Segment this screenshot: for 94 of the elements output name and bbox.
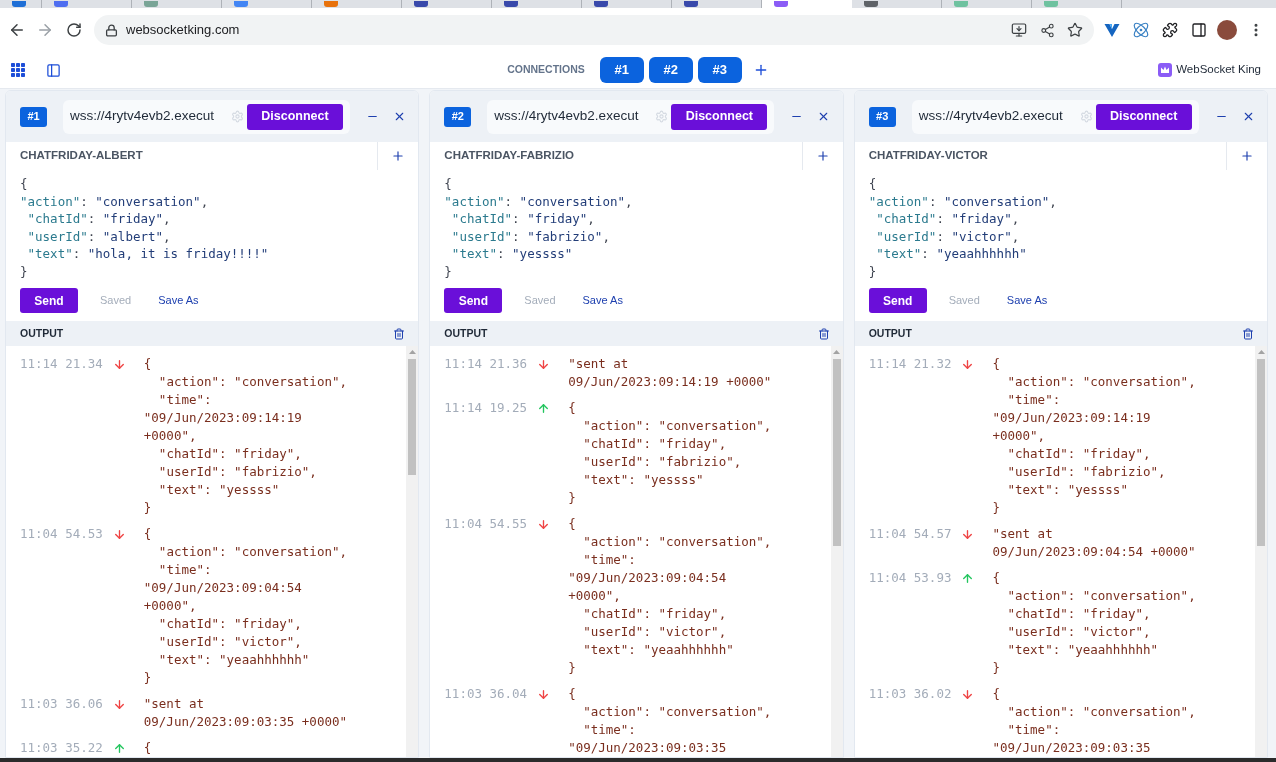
message-timestamp: 11:03 36.06: [20, 695, 103, 713]
connection-badge: #1: [20, 106, 47, 127]
json-editor[interactable]: { "action": "conversation", "chatId": "friday", "userId": "fabrizio", "text": "yessss" }: [444, 175, 829, 280]
arrow-down-icon: [112, 357, 126, 371]
arrow-up-icon: [961, 571, 975, 585]
message-text: { "action": "conversation", "time": "09/Jun/2023:09:14:19 +0000", "chatId": "friday", "userId": "fabrizio", "text": "yessss" }: [143, 355, 348, 517]
output-label: OUTPUT: [868, 325, 912, 341]
url-input[interactable]: wss://4rytv4evb2.execut: [918, 106, 1077, 127]
v-logo-icon[interactable]: [1104, 22, 1120, 38]
connection-button[interactable]: #1: [599, 57, 644, 83]
connection-button[interactable]: #2: [648, 57, 693, 83]
arrow-down-icon: [961, 527, 975, 541]
arrow-down-icon: [537, 517, 551, 531]
message-timestamp: 11:14 21.32: [868, 355, 952, 373]
atom-icon[interactable]: [1132, 21, 1150, 39]
message-text: { "action": "conversation", "time": "09/Jun/2023:09:03:35: [992, 685, 1197, 757]
plus-icon[interactable]: [1240, 149, 1254, 163]
lock-icon[interactable]: [105, 23, 118, 37]
reload-icon[interactable]: [66, 22, 82, 38]
url-input[interactable]: wss://4rytv4evb2.execut: [70, 106, 228, 127]
save-as-link[interactable]: Save As: [1006, 292, 1048, 309]
message-text: { "action": "conversation", "time": "09/Jun/2023:09:04:54 +0000", "chatId": "friday", "userId": "victor", "text": "yeaahhhhhh" }: [568, 515, 773, 677]
disconnect-button[interactable]: Disconnect: [247, 103, 343, 130]
save-as-link[interactable]: Save As: [582, 292, 623, 309]
scrollbar-thumb[interactable]: [832, 359, 841, 546]
disconnect-button[interactable]: Disconnect: [1095, 103, 1192, 130]
puzzle-icon[interactable]: [1162, 22, 1178, 38]
message-timestamp: 11:14 21.36: [444, 355, 528, 373]
message-timestamp: 11:04 54.55: [444, 515, 528, 533]
plus-icon[interactable]: [391, 149, 406, 163]
install-icon[interactable]: [1011, 22, 1027, 38]
send-button[interactable]: Send: [444, 288, 503, 313]
json-editor[interactable]: { "action": "conversation", "chatId": "friday", "userId": "victor", "text": "yeaahhhhhh" }: [868, 175, 1253, 280]
close-icon[interactable]: [393, 110, 406, 123]
star-icon[interactable]: [1067, 22, 1083, 38]
connection-badge: #3: [868, 106, 896, 127]
output-label: OUTPUT: [20, 325, 64, 341]
trash-icon[interactable]: [1242, 327, 1254, 340]
connection-button[interactable]: #3: [697, 57, 742, 83]
url-input[interactable]: wss://4rytv4evb2.execut: [494, 106, 653, 127]
sidebar-icon[interactable]: [1191, 22, 1207, 38]
scrollbar-thumb[interactable]: [408, 359, 417, 475]
message-text: { "action": "conversation", "chatId": "friday", "userId": "victor", "text": "yeaahhhhhh" }: [992, 569, 1197, 677]
share-icon[interactable]: [1040, 22, 1055, 38]
scrollbar[interactable]: [1255, 346, 1267, 757]
arrow-down-icon: [961, 687, 975, 701]
output-label: OUTPUT: [444, 325, 488, 341]
crown-logo-icon: [1158, 63, 1173, 77]
trash-icon[interactable]: [393, 327, 406, 340]
grid-icon[interactable]: [11, 63, 25, 77]
save-as-link[interactable]: Save As: [158, 292, 199, 309]
message-text: { "action": "conversation", "time": "09/Jun/2023:09:04:54 +0000", "chatId": "friday", "userId": "victor", "text": "yeaahhhhhh" }: [143, 525, 348, 687]
message-timestamp: 11:04 53.93: [868, 569, 952, 587]
request-title: CHATFRIDAY-ALBERT: [20, 148, 143, 164]
message-text: "sent at 09/Jun/2023:09:03:35 +0000": [143, 695, 348, 731]
arrow-down-icon: [537, 357, 551, 371]
sidebar-toggle-icon[interactable]: [46, 62, 61, 78]
connections-label: CONNECTIONS: [507, 62, 585, 78]
trash-icon[interactable]: [817, 327, 830, 340]
message-timestamp: 11:14 19.25: [444, 399, 528, 417]
disconnect-button[interactable]: Disconnect: [671, 103, 768, 130]
arrow-down-icon: [537, 687, 551, 701]
json-editor[interactable]: { "action": "conversation", "chatId": "friday", "userId": "albert", "text": "hola, it is friday!!!!" }: [20, 175, 405, 280]
message-timestamp: 11:03 36.04: [444, 685, 528, 703]
message-text: { "action": "conversation", "time": "09/Jun/2023:09:03:35: [568, 685, 773, 757]
brand-name: WebSocket King: [1176, 62, 1261, 78]
request-title: CHATFRIDAY-VICTOR: [868, 148, 988, 164]
send-button[interactable]: Send: [20, 288, 78, 313]
scrollbar-thumb[interactable]: [1257, 359, 1265, 546]
connection-badge: #2: [444, 106, 472, 127]
message-timestamp: 11:03 35.22: [20, 739, 103, 757]
message-text: "sent at 09/Jun/2023:09:14:19 +0000": [568, 355, 773, 391]
arrow-down-icon: [112, 697, 126, 711]
avatar-icon[interactable]: [1217, 20, 1237, 40]
address-bar[interactable]: websocketking.com: [94, 15, 1094, 45]
message-text: { "action": "conversation", "time": "09/Jun/2023:09:14:19 +0000", "chatId": "friday", "userId": "fabrizio", "text": "yessss" }: [992, 355, 1197, 517]
message-text: "sent at 09/Jun/2023:09:04:54 +0000": [992, 525, 1197, 561]
send-button[interactable]: Send: [868, 288, 927, 313]
message-timestamp: 11:14 21.34: [20, 355, 103, 373]
message-text: { "action": "conversation", "chatId": "friday", "userId": "fabrizio", "text": "yessss" }: [568, 399, 773, 507]
message-text: {: [143, 739, 153, 757]
message-timestamp: 11:04 54.53: [20, 525, 103, 543]
url-text: websocketking.com: [126, 21, 240, 40]
arrow-up-icon: [112, 741, 126, 755]
message-timestamp: 11:04 54.57: [868, 525, 952, 543]
browser-tab[interactable]: [762, 0, 852, 8]
arrow-down-icon: [961, 357, 975, 371]
arrow-up-icon: [537, 401, 551, 415]
arrow-down-icon: [112, 527, 126, 541]
message-timestamp: 11:03 36.02: [868, 685, 952, 703]
plus-icon[interactable]: [815, 149, 830, 163]
scrollbar[interactable]: [406, 346, 419, 757]
scrollbar[interactable]: [830, 346, 843, 757]
request-title: CHATFRIDAY-FABRIZIO: [444, 148, 575, 164]
